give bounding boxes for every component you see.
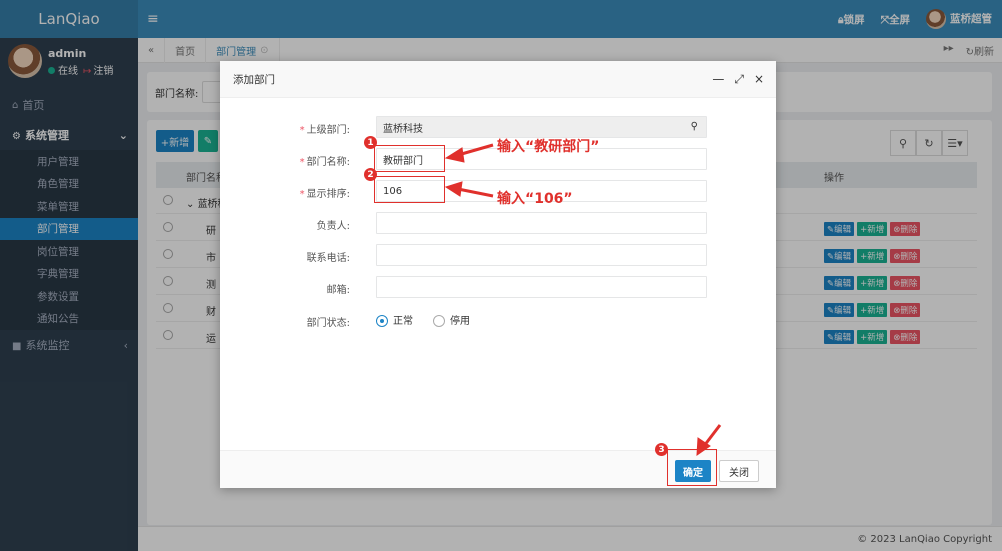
email-input[interactable] xyxy=(376,276,707,298)
leader-label: 负责人: xyxy=(316,221,350,232)
annotation-text-1: 输入“教研部门” xyxy=(497,139,600,155)
dept-name-label: * 部门名称: xyxy=(300,153,350,168)
form-row-email: 邮箱: xyxy=(220,276,776,298)
parent-dept-label-text: 上级部门: xyxy=(306,125,350,136)
step-badge-1: 1 xyxy=(364,136,377,149)
status-normal-radio[interactable]: 正常 xyxy=(376,312,413,327)
highlight-box-name xyxy=(374,145,445,172)
status-disabled-radio[interactable]: 停用 xyxy=(433,312,470,327)
form-row-leader: 负责人: xyxy=(220,212,776,234)
dept-name-label-text: 部门名称: xyxy=(306,157,350,168)
radio-checked-icon xyxy=(376,315,388,327)
maximize-icon[interactable]: ⤢ xyxy=(734,72,744,87)
search-icon[interactable]: ⚲ xyxy=(691,121,698,132)
status-radio-group: 正常 停用 xyxy=(376,312,470,327)
close-button[interactable]: 关闭 xyxy=(719,460,759,482)
required-mark: * xyxy=(299,157,305,168)
step-badge-2: 2 xyxy=(364,168,377,181)
highlight-box-confirm xyxy=(667,449,717,486)
required-mark: * xyxy=(299,189,305,200)
form-row-status: 部门状态: 正常 停用 xyxy=(220,309,776,331)
phone-label: 联系电话: xyxy=(306,253,350,264)
close-icon[interactable]: × xyxy=(754,72,764,87)
status-normal-label: 正常 xyxy=(393,316,413,327)
dialog-titlebar: 添加部门 — ⤢ × xyxy=(220,61,776,98)
dialog-title: 添加部门 xyxy=(233,73,275,86)
email-label: 邮箱: xyxy=(326,285,350,296)
form-row-parent: * 上级部门: 蓝桥科技 ⚲ xyxy=(220,116,776,138)
leader-input[interactable] xyxy=(376,212,707,234)
annotation-text-2: 输入“106” xyxy=(497,191,573,207)
order-label-text: 显示排序: xyxy=(306,189,350,200)
parent-dept-field[interactable]: 蓝桥科技 ⚲ xyxy=(376,116,707,138)
minimize-icon[interactable]: — xyxy=(712,72,724,87)
highlight-box-order xyxy=(374,176,445,203)
form-row-phone: 联系电话: xyxy=(220,244,776,266)
status-disabled-label: 停用 xyxy=(450,316,470,327)
order-label: * 显示排序: xyxy=(300,185,350,200)
add-dept-dialog: 添加部门 — ⤢ × * 上级部门: 蓝桥科技 ⚲ * 部门名称: 教研部门 * 显示排… xyxy=(220,61,776,488)
required-mark: * xyxy=(299,125,305,136)
parent-dept-label: * 上级部门: xyxy=(300,121,350,136)
step-badge-3: 3 xyxy=(655,443,668,456)
phone-input[interactable] xyxy=(376,244,707,266)
status-label: 部门状态: xyxy=(306,318,350,329)
radio-unchecked-icon xyxy=(433,315,445,327)
parent-dept-value: 蓝桥科技 xyxy=(383,123,423,135)
